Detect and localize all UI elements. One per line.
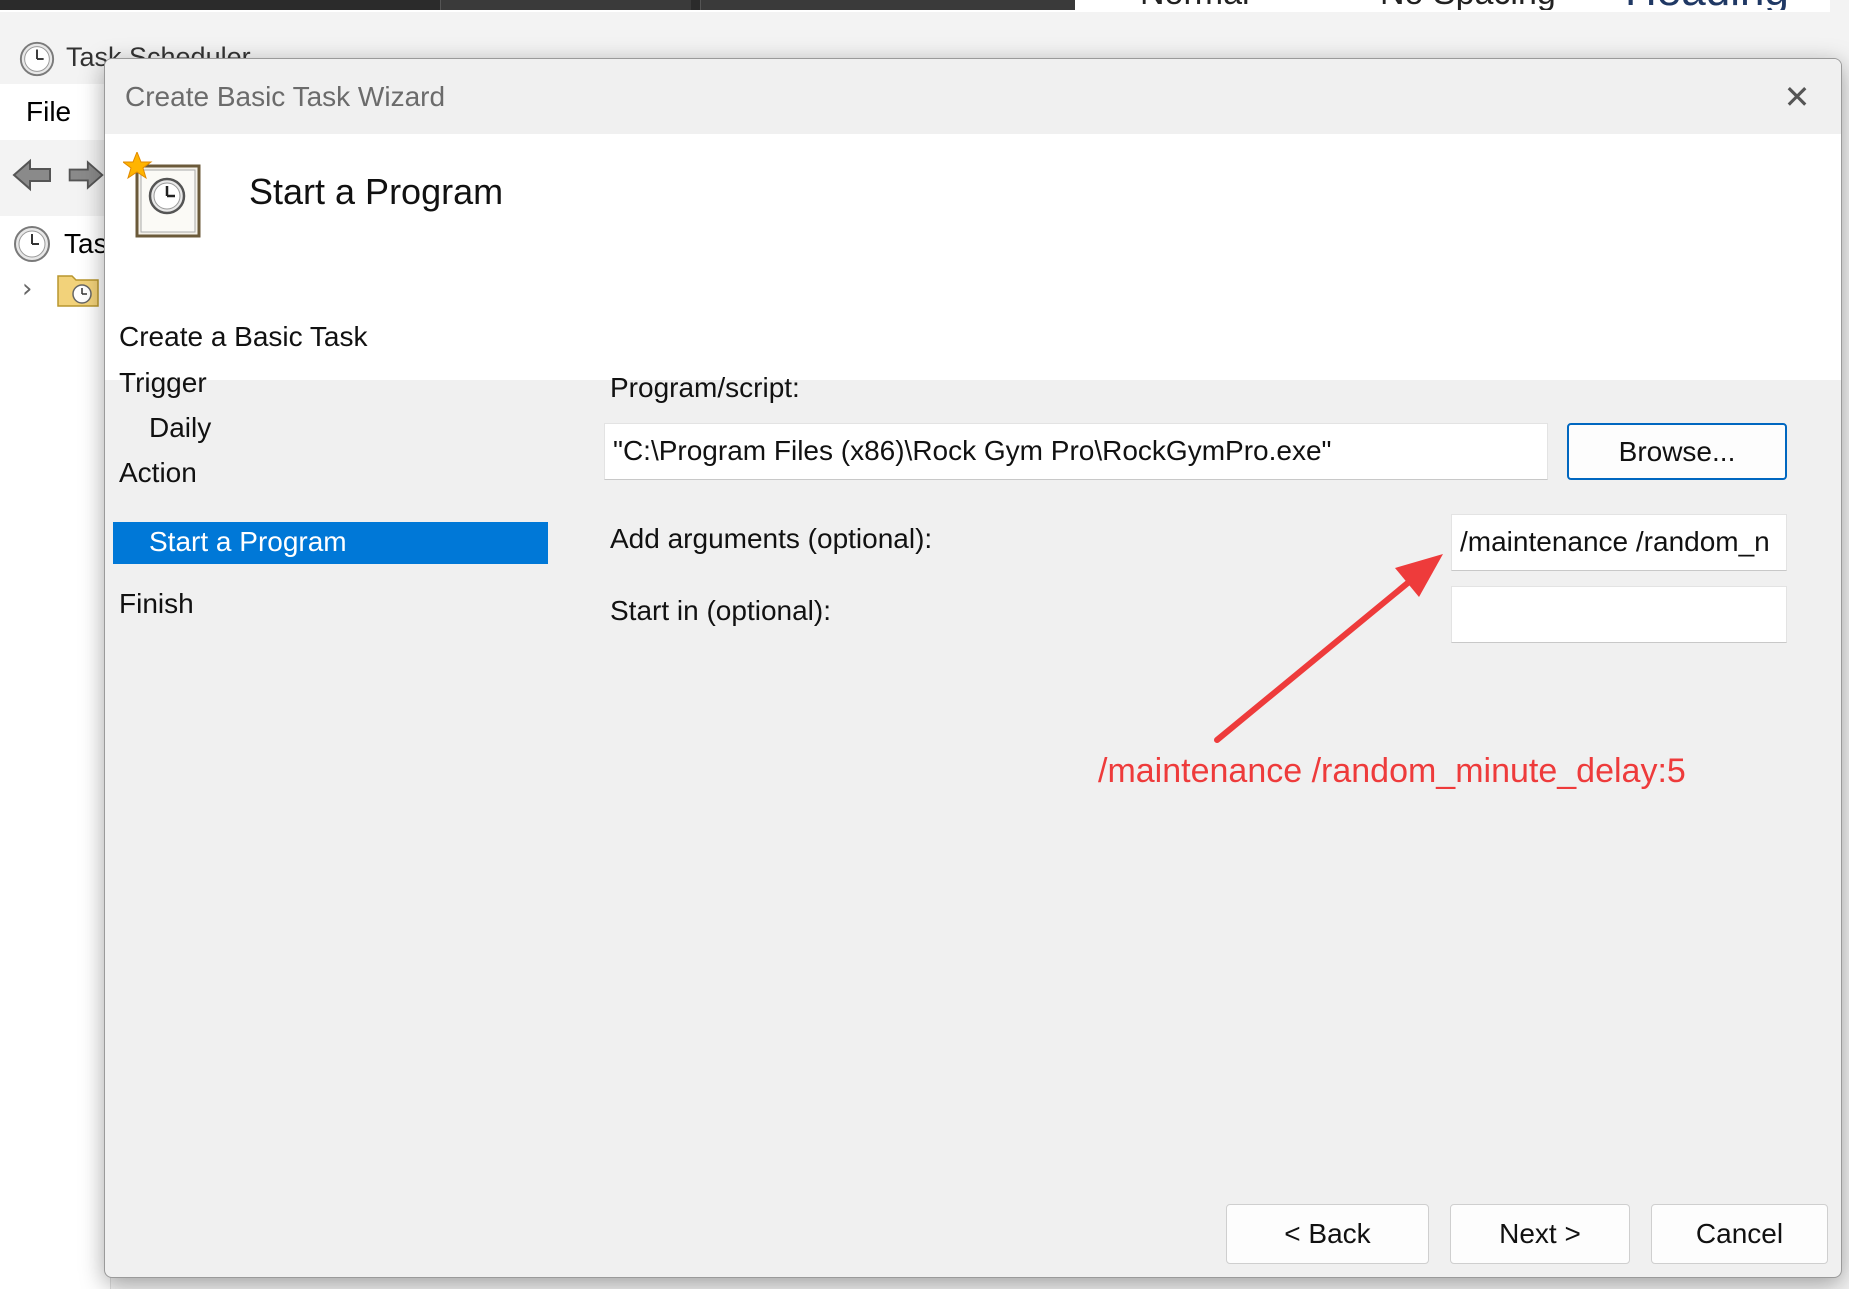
back-button[interactable]: < Back <box>1226 1204 1429 1264</box>
annotation-text: /maintenance /random_minute_delay:5 <box>1098 752 1686 790</box>
add-arguments-input[interactable]: /maintenance /random_n <box>1451 514 1787 571</box>
create-basic-task-wizard: Create Basic Task Wizard ✕ Start a Progr… <box>104 58 1842 1278</box>
style-no-spacing: No Spacing <box>1380 0 1556 10</box>
dialog-title: Create Basic Task Wizard <box>125 81 446 112</box>
tree-item-label[interactable]: Tas <box>64 228 108 260</box>
task-scheduler-tree: Tas › <box>0 216 111 1289</box>
forward-arrow-icon[interactable] <box>66 156 106 194</box>
style-normal: Normal <box>1140 0 1250 10</box>
background-styles-gallery: Normal No Spacing Heading <box>1075 0 1849 10</box>
background-strip-segment <box>700 0 1081 10</box>
clock-icon <box>14 226 50 262</box>
page-title: Start a Program <box>249 171 504 212</box>
browse-button[interactable]: Browse... <box>1567 423 1787 480</box>
next-button[interactable]: Next > <box>1450 1204 1630 1264</box>
task-wizard-icon <box>123 152 201 238</box>
folder-clock-icon[interactable] <box>56 268 100 308</box>
close-icon[interactable]: ✕ <box>1771 71 1823 123</box>
back-arrow-icon[interactable] <box>10 156 54 194</box>
step-action: Action <box>119 457 197 488</box>
chevron-right-icon[interactable]: › <box>22 274 32 304</box>
step-daily: Daily <box>149 412 212 443</box>
dialog-titlebar: Create Basic Task Wizard ✕ <box>105 59 1841 134</box>
step-create-basic-task: Create a Basic Task <box>119 321 368 352</box>
style-heading: Heading <box>1625 0 1789 10</box>
step-finish: Finish <box>119 588 194 619</box>
start-in-input[interactable] <box>1451 586 1787 643</box>
step-start-program-label: Start a Program <box>149 526 347 557</box>
program-script-input[interactable]: "C:\Program Files (x86)\Rock Gym Pro\Roc… <box>604 423 1548 480</box>
start-in-label: Start in (optional): <box>610 595 831 626</box>
clock-icon <box>19 41 55 77</box>
step-trigger: Trigger <box>119 367 207 398</box>
background-strip-segment <box>440 0 691 10</box>
program-script-label: Program/script: <box>610 372 800 403</box>
menu-file[interactable]: File <box>26 96 71 128</box>
add-arguments-label: Add arguments (optional): <box>610 523 933 554</box>
step-start-program-selected: Start a Program <box>113 522 548 564</box>
cancel-button[interactable]: Cancel <box>1651 1204 1828 1264</box>
